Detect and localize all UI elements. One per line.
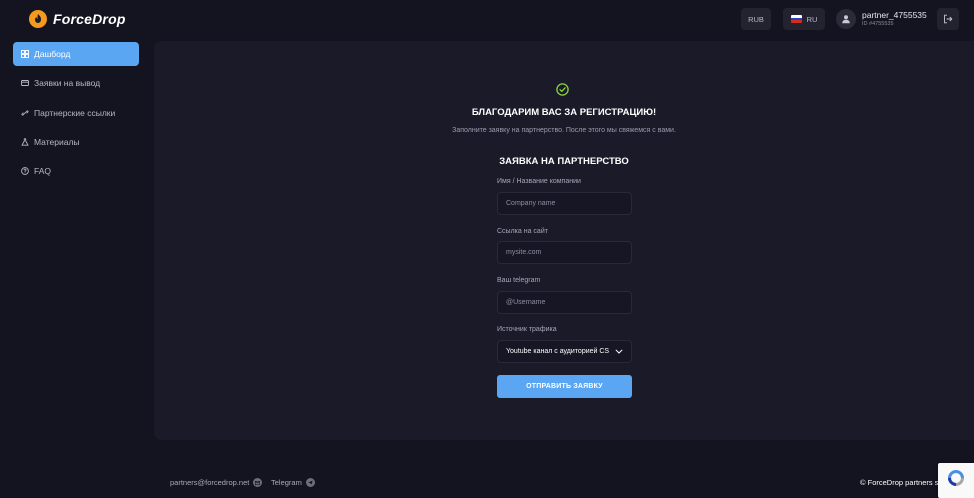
link-icon — [21, 109, 29, 116]
currency-label: RUB — [748, 14, 764, 24]
footer-email: partners@forcedrop.net — [170, 478, 250, 487]
question-icon — [21, 167, 29, 176]
sidebar-item-faq[interactable]: FAQ — [13, 159, 139, 183]
telegram-icon — [305, 478, 315, 487]
website-placeholder: mysite.com — [506, 249, 542, 256]
sidebar-item-label: Партнерские ссылки — [34, 107, 116, 118]
grid-icon — [21, 50, 29, 58]
footer-telegram: Telegram — [271, 478, 302, 487]
thanks-title: БЛАГОДАРИМ ВАС ЗА РЕГИСТРАЦИЮ! — [471, 107, 657, 118]
thanks-subtitle: Заполните заявку на партнерство. После э… — [452, 127, 676, 134]
sidebar-item-dashboard[interactable]: Дашборд — [13, 42, 139, 66]
mail-icon — [253, 478, 263, 487]
telegram-label: Ваш telegram — [497, 277, 541, 284]
traffic-source-select[interactable]: Youtube канал с аудиторией CS — [497, 340, 632, 363]
sidebar-item-label: Заявки на вывод — [34, 78, 101, 89]
website-input[interactable]: mysite.com — [497, 241, 632, 264]
sidebar-item-label: Материалы — [34, 136, 80, 147]
chevron-down-icon — [615, 349, 623, 354]
language-selector[interactable]: RU — [783, 8, 825, 30]
logo-icon — [29, 10, 47, 28]
wallet-icon — [21, 80, 29, 87]
submit-button[interactable]: ОТПРАВИТЬ ЗАЯВКУ — [497, 375, 632, 398]
brand-name: ForceDrop — [53, 11, 126, 27]
avatar — [836, 9, 856, 29]
company-name-input[interactable]: Company name — [497, 192, 632, 215]
check-circle-icon — [556, 83, 569, 96]
telegram-placeholder: @Username — [506, 299, 546, 306]
traffic-source-value: Youtube канал с аудиторией CS — [506, 348, 610, 355]
sidebar-item-label: FAQ — [34, 166, 52, 177]
user-profile[interactable]: partner_4755535 ID #4755535 — [836, 9, 927, 29]
currency-selector[interactable]: RUB — [741, 8, 771, 30]
telegram-input[interactable]: @Username — [497, 291, 632, 314]
form-title: ЗАЯВКА НА ПАРТНЕРСТВО — [499, 156, 629, 167]
website-label: Ссылка на сайт — [497, 228, 548, 235]
traffic-source-label: Источник трафика — [497, 326, 557, 333]
submit-label: ОТПРАВИТЬ ЗАЯВКУ — [526, 383, 603, 390]
sidebar-item-label: Дашборд — [34, 49, 71, 59]
russia-flag-icon — [790, 15, 802, 23]
sidebar: Дашборд Заявки на вывод Партнерские ссыл… — [13, 42, 139, 188]
footer-telegram-link[interactable]: Telegram — [271, 478, 315, 487]
user-icon — [842, 15, 850, 24]
footer-email-link[interactable]: partners@forcedrop.net — [170, 478, 263, 487]
sidebar-item-withdrawals[interactable]: Заявки на вывод — [13, 71, 139, 95]
recaptcha-icon — [948, 470, 964, 486]
copyright: © ForceDrop partners s — [860, 478, 939, 487]
user-name: partner_4755535 — [862, 10, 927, 20]
logout-icon — [944, 14, 953, 24]
user-id: ID #4755535 — [862, 21, 894, 27]
company-name-label: Имя / Название компании — [497, 178, 581, 185]
company-name-placeholder: Company name — [506, 200, 556, 207]
recaptcha-badge[interactable] — [938, 463, 974, 498]
language-label: RU — [806, 14, 818, 24]
logo[interactable]: ForceDrop — [29, 10, 126, 28]
flask-icon — [21, 138, 29, 146]
logout-button[interactable] — [937, 8, 959, 30]
sidebar-item-materials[interactable]: Материалы — [13, 130, 139, 154]
sidebar-item-partner-links[interactable]: Партнерские ссылки — [13, 101, 139, 125]
